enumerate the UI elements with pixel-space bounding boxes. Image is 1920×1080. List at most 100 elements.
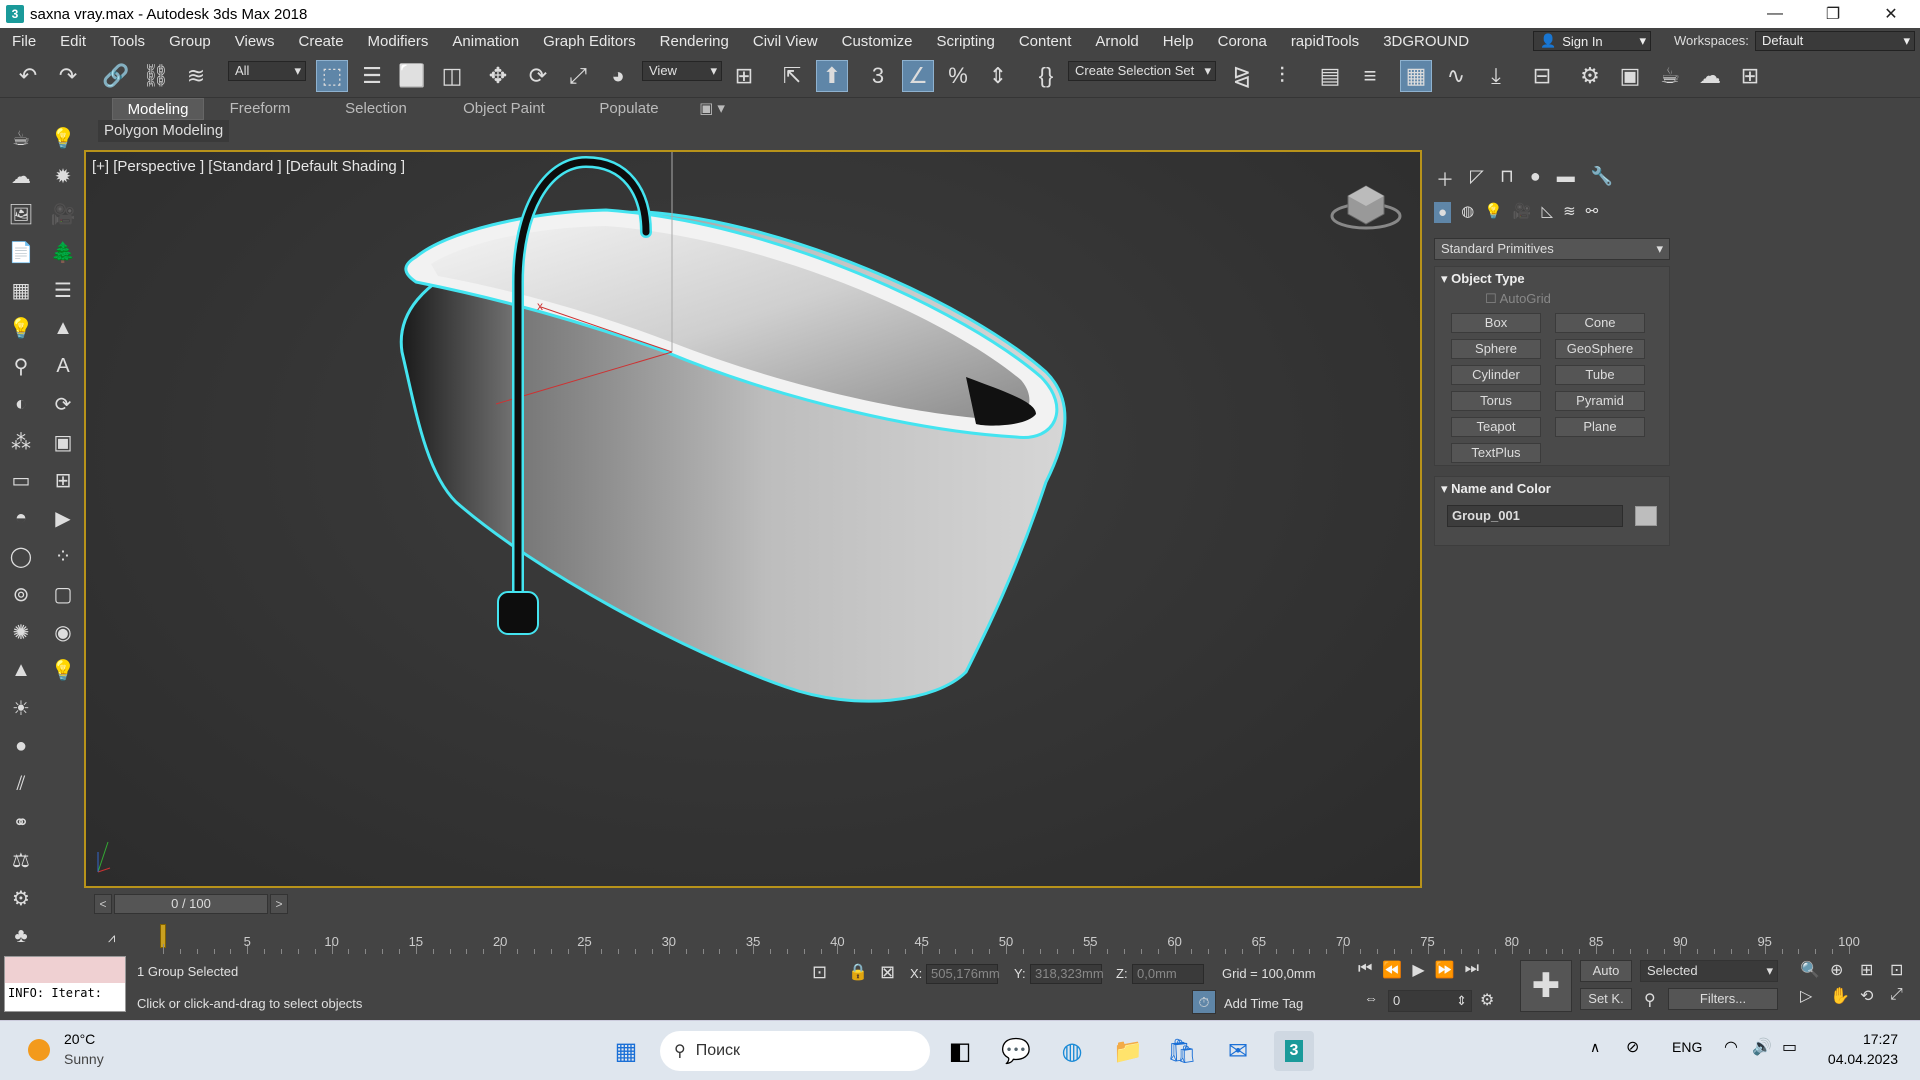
- close-button[interactable]: ✕: [1862, 0, 1920, 28]
- sphere-icon[interactable]: ◐: [6, 390, 36, 418]
- rig-icon[interactable]: ⚖: [6, 846, 36, 874]
- viewcube[interactable]: [1330, 185, 1402, 230]
- tab-populate[interactable]: Populate: [584, 98, 674, 120]
- placement-icon[interactable]: ◕: [602, 60, 634, 92]
- sign-in-dropdown[interactable]: 👤 Sign In ▾: [1533, 31, 1651, 51]
- 3dsmax-taskbar-icon[interactable]: 3: [1274, 1031, 1314, 1071]
- spray-icon[interactable]: ✺: [6, 618, 36, 646]
- trackbar[interactable]: ⩘ 5 10 15 20 25 30 35 40 45 50 55 60 65 70 75 80 85 90 95 1…: [94, 920, 1874, 954]
- material-ball-icon[interactable]: ●: [6, 732, 36, 760]
- box-button[interactable]: Box: [1451, 313, 1541, 333]
- probe-icon[interactable]: 💡: [48, 656, 78, 684]
- material-editor-icon[interactable]: ⊟: [1526, 60, 1558, 92]
- network-off-icon[interactable]: ⊘: [1626, 1037, 1639, 1057]
- key-mode-icon[interactable]: ⚲: [1644, 990, 1656, 1010]
- link-icon[interactable]: 🔗: [100, 60, 132, 92]
- lock-icon[interactable]: 🔒: [848, 962, 868, 982]
- cloud-icon[interactable]: ☁: [6, 162, 36, 190]
- show-hidden-icons[interactable]: ∧: [1590, 1039, 1600, 1056]
- play-icon[interactable]: ▶: [1412, 960, 1424, 980]
- z-coordinate-field[interactable]: 0,0mm: [1132, 964, 1204, 984]
- go-to-start-icon[interactable]: ⏮: [1358, 960, 1372, 980]
- helper-icon[interactable]: ⚲: [6, 352, 36, 380]
- pyramid-button[interactable]: Pyramid: [1555, 391, 1645, 411]
- auto-key-button[interactable]: Auto: [1580, 960, 1632, 982]
- zoom-extents-icon[interactable]: ⊞: [1860, 960, 1890, 980]
- plane-button[interactable]: Plane: [1555, 417, 1645, 437]
- daylight-icon[interactable]: ☀: [6, 694, 36, 722]
- select-by-name-icon[interactable]: ☰: [356, 60, 388, 92]
- tab-freeform[interactable]: Freeform: [212, 98, 308, 120]
- cameras-icon[interactable]: 🎥: [1513, 202, 1532, 223]
- rect-selection-icon[interactable]: ⬜: [396, 60, 428, 92]
- menu-civil-view[interactable]: Civil View: [741, 33, 830, 50]
- curve-editor-mini-icon[interactable]: ⩘: [108, 930, 115, 946]
- current-frame-field[interactable]: 0 ⇕: [1388, 990, 1472, 1012]
- cylinder-button[interactable]: Cylinder: [1451, 365, 1541, 385]
- weather-sun-icon[interactable]: [28, 1039, 50, 1061]
- tab-selection[interactable]: Selection: [330, 98, 422, 120]
- teapot-button[interactable]: Teapot: [1451, 417, 1541, 437]
- render-setup-icon[interactable]: ⚙: [1574, 60, 1606, 92]
- zoom-extents-all-icon[interactable]: ⊡: [1890, 960, 1920, 980]
- snaps-toggle-icon[interactable]: 3: [862, 60, 894, 92]
- category-dropdown[interactable]: Standard Primitives ▾: [1434, 238, 1670, 260]
- dope-sheet-icon[interactable]: ⤓: [1480, 60, 1512, 92]
- display-tab-icon[interactable]: ▬: [1557, 166, 1575, 192]
- triangle-icon[interactable]: ▲: [6, 656, 36, 684]
- tree-icon[interactable]: 🌲: [48, 238, 78, 266]
- camera-icon[interactable]: 🎥: [48, 200, 78, 228]
- time-next-button[interactable]: >: [270, 894, 288, 914]
- helpers-icon[interactable]: ◺: [1542, 202, 1554, 223]
- select-object-icon[interactable]: ⬚: [316, 60, 348, 92]
- menu-arnold[interactable]: Arnold: [1083, 33, 1150, 50]
- eye-icon[interactable]: ◉: [48, 618, 78, 646]
- window-crossing-icon[interactable]: ◫: [436, 60, 468, 92]
- menu-scripting[interactable]: Scripting: [924, 33, 1006, 50]
- select-manipulate-icon[interactable]: ⇱: [776, 60, 808, 92]
- set-key-button[interactable]: Set K.: [1580, 988, 1632, 1010]
- render-grid-icon[interactable]: ⊞: [1734, 60, 1766, 92]
- menu-modifiers[interactable]: Modifiers: [356, 33, 441, 50]
- globe-icon[interactable]: ◯: [6, 542, 36, 570]
- store-icon[interactable]: 🛍: [1162, 1031, 1202, 1071]
- next-frame-icon[interactable]: ⏩: [1435, 960, 1455, 980]
- angle-snap-icon[interactable]: ∠: [902, 60, 934, 92]
- particles-icon[interactable]: ⁂: [6, 428, 36, 456]
- image-icon[interactable]: 🖼: [6, 200, 36, 228]
- file-explorer-icon[interactable]: 📁: [1108, 1031, 1148, 1071]
- ribbon-panel-polygon-modeling[interactable]: Polygon Modeling: [98, 120, 230, 142]
- taskbar-search[interactable]: ⚲ Поиск: [660, 1031, 930, 1071]
- weather-temp[interactable]: 20°C: [64, 1031, 95, 1047]
- render-frame-icon[interactable]: ▣: [1614, 60, 1646, 92]
- geometry-icon[interactable]: ●: [1434, 202, 1452, 223]
- zoom-icon[interactable]: 🔍: [1800, 960, 1830, 980]
- list-icon[interactable]: ☰: [48, 276, 78, 304]
- shapes-icon[interactable]: ◍: [1461, 202, 1474, 223]
- systems-icon[interactable]: ⚯: [1586, 202, 1599, 223]
- percent-snap-icon[interactable]: %: [942, 60, 974, 92]
- redo-icon[interactable]: ↷: [52, 60, 84, 92]
- y-coordinate-field[interactable]: 318,323mm: [1030, 964, 1104, 984]
- play-frame-icon[interactable]: ▶: [48, 504, 78, 532]
- perspective-viewport[interactable]: [+] [Perspective ] [Standard ] [Default …: [84, 150, 1422, 888]
- teapot-icon[interactable]: ☕: [6, 124, 36, 152]
- unlink-icon[interactable]: ⛓: [140, 60, 172, 92]
- hatch-icon[interactable]: ⫽: [6, 770, 36, 798]
- go-to-end-icon[interactable]: ⏭: [1465, 960, 1479, 980]
- object-name-field[interactable]: Group_001: [1447, 505, 1623, 527]
- layer-explorer-icon[interactable]: ≡: [1354, 60, 1386, 92]
- x-coordinate-field[interactable]: 505,176mm: [926, 964, 1000, 984]
- mirror-icon[interactable]: ⧎: [1226, 60, 1258, 92]
- time-configuration-icon[interactable]: ⇔: [1364, 990, 1378, 1006]
- document-icon[interactable]: 📄: [6, 238, 36, 266]
- collapse-icon[interactable]: ▾: [1441, 481, 1448, 496]
- time-tag-icon[interactable]: ⏱: [1192, 990, 1216, 1014]
- selection-filter-dropdown[interactable]: All ▾: [228, 61, 306, 81]
- wifi-icon[interactable]: ◠: [1724, 1037, 1738, 1057]
- minimize-button[interactable]: —: [1746, 0, 1804, 28]
- tab-object-paint[interactable]: Object Paint: [450, 98, 558, 120]
- tab-modeling[interactable]: Modeling: [112, 98, 204, 120]
- collapse-icon[interactable]: ▾: [1441, 271, 1448, 286]
- align-icon[interactable]: ⫶: [1266, 60, 1298, 92]
